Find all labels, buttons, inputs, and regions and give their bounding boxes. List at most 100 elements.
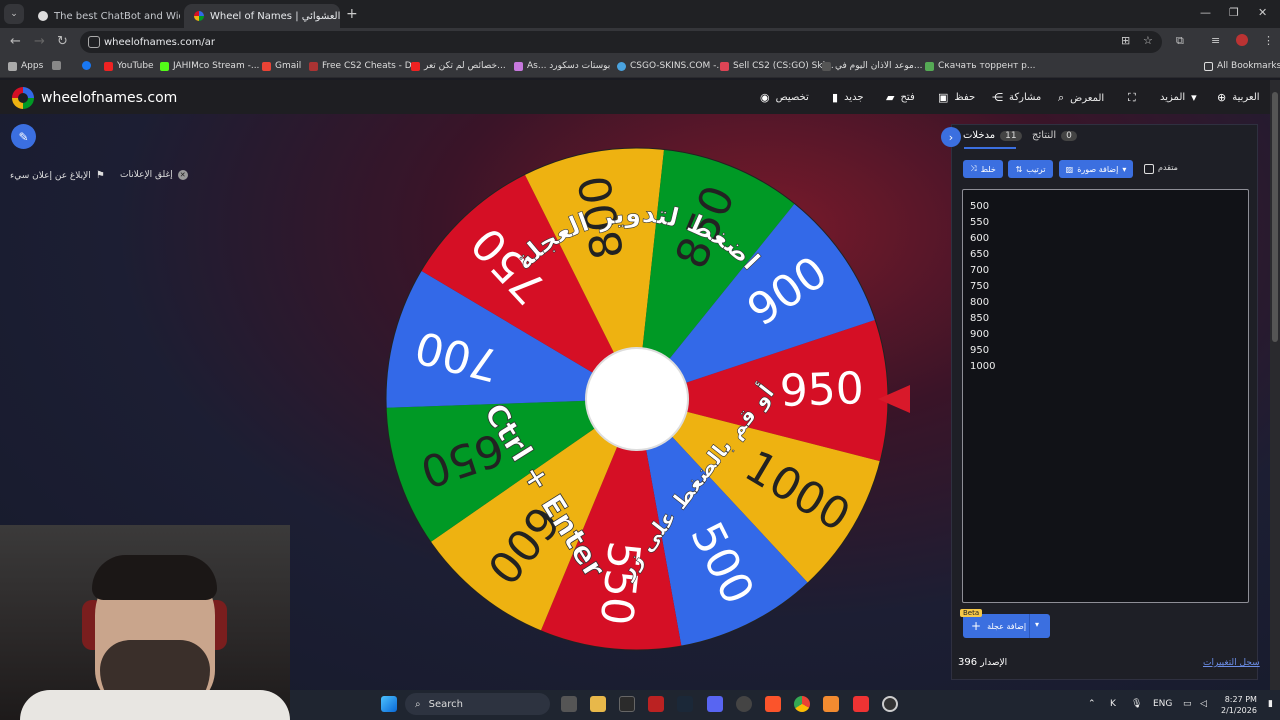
discord-icon[interactable] bbox=[707, 696, 723, 712]
bookmark-apps[interactable]: Apps bbox=[8, 61, 43, 71]
tab-wheel-of-names[interactable]: Wheel of Names | سم العشوائي ✕ bbox=[184, 4, 340, 28]
close-ads-link[interactable]: إغلق الإعلانات ✕ bbox=[120, 170, 188, 180]
entries-textarea[interactable]: 500 550 600 650 700 750 800 850 900 950 1000 bbox=[962, 189, 1249, 603]
notifications-icon[interactable]: ▮ bbox=[1268, 699, 1273, 709]
tab-favicon-icon bbox=[38, 11, 48, 21]
app-a-icon[interactable] bbox=[648, 696, 664, 712]
chevron-down-icon[interactable]: ▾ bbox=[1035, 620, 1039, 629]
extensions-icon[interactable]: ⧉ bbox=[1176, 34, 1184, 48]
bookmark-torrent[interactable]: Скачать торрент р... bbox=[925, 61, 1035, 71]
back-icon[interactable]: ← bbox=[10, 34, 21, 49]
close-window-icon[interactable]: ✕ bbox=[1258, 6, 1267, 19]
entry-line[interactable]: 700 bbox=[970, 263, 1241, 279]
profile-avatar[interactable] bbox=[1236, 34, 1248, 46]
site-info-icon[interactable] bbox=[88, 36, 100, 48]
page-scrollbar-thumb[interactable] bbox=[1272, 92, 1278, 342]
file-icon: ▮ bbox=[832, 91, 839, 104]
tray-chevron-up-icon[interactable]: ⌃ bbox=[1088, 699, 1096, 709]
file-explorer-icon[interactable] bbox=[590, 696, 606, 712]
fullscreen-icon[interactable]: ⛶ bbox=[1128, 91, 1136, 105]
tab-entries[interactable]: مدخلات 11 bbox=[963, 130, 1022, 141]
entry-line[interactable]: 550 bbox=[970, 215, 1241, 231]
tray-app-icon[interactable]: K bbox=[1110, 699, 1116, 709]
tab-results[interactable]: النتائج 0 bbox=[1032, 130, 1077, 141]
tab-search-button[interactable]: ⌄ bbox=[4, 4, 24, 24]
entry-line[interactable]: 500 bbox=[970, 199, 1241, 215]
site-icon bbox=[617, 61, 626, 71]
bookmark-discord-posts[interactable]: As... بوستات دسكورد bbox=[514, 61, 610, 71]
collapse-panel-button[interactable]: › bbox=[941, 127, 961, 147]
bookmark-prayer-times[interactable]: موعد الاذان اليوم في... bbox=[822, 61, 922, 71]
app-g-icon[interactable] bbox=[619, 696, 635, 712]
app-circle-icon[interactable] bbox=[736, 696, 752, 712]
settings-gear-icon[interactable] bbox=[882, 696, 898, 712]
new-tab-button[interactable]: + bbox=[346, 6, 358, 22]
folder-icon: ▰ bbox=[886, 91, 895, 104]
minimize-icon[interactable]: — bbox=[1200, 6, 1211, 19]
bookmark-facebook[interactable] bbox=[82, 61, 91, 70]
menu-open[interactable]: ▰ فتح bbox=[886, 91, 915, 104]
entry-line[interactable]: 800 bbox=[970, 295, 1241, 311]
entry-line[interactable]: 900 bbox=[970, 327, 1241, 343]
report-ad-link[interactable]: الإبلاغ عن إعلان سيء ⚑ bbox=[10, 170, 105, 181]
restore-icon[interactable]: ❐ bbox=[1229, 6, 1239, 19]
entry-line[interactable]: 850 bbox=[970, 311, 1241, 327]
entry-line[interactable]: 750 bbox=[970, 279, 1241, 295]
start-menu-icon[interactable] bbox=[381, 696, 397, 712]
bookmark-cs2-cheats[interactable]: Free CS2 Cheats - D... bbox=[309, 61, 420, 71]
entry-line[interactable]: 650 bbox=[970, 247, 1241, 263]
wheel-center-hub[interactable] bbox=[585, 347, 689, 451]
add-image-button[interactable]: ▨ إضافة صورة ▾ bbox=[1059, 160, 1133, 178]
bookmark-sell-cs2[interactable]: Sell CS2 (CS:GO) Ski... bbox=[720, 61, 834, 71]
advanced-checkbox[interactable] bbox=[1144, 164, 1154, 174]
entry-line[interactable]: 1000 bbox=[970, 359, 1241, 375]
address-bar[interactable]: wheelofnames.com/ar bbox=[80, 31, 1162, 53]
menu-more[interactable]: المزيد ▾ bbox=[1160, 91, 1197, 104]
volume-icon[interactable]: ◁ bbox=[1200, 699, 1207, 709]
sort-button[interactable]: ⇅ ترتيب bbox=[1008, 160, 1053, 178]
entry-line[interactable]: 950 bbox=[970, 343, 1241, 359]
chrome-icon[interactable] bbox=[794, 696, 810, 712]
spin-wheel[interactable]: 9501000500550600650700750 800 850900 اضغط … bbox=[384, 146, 890, 652]
menu-language[interactable]: ⊕ العربية bbox=[1217, 91, 1260, 104]
site-icon bbox=[720, 61, 729, 71]
bookmark-all[interactable]: All Bookmarks bbox=[1204, 61, 1280, 71]
browser-menu-icon[interactable]: ⋮ bbox=[1263, 34, 1274, 47]
changelog-link[interactable]: سجل التغييرات bbox=[1203, 658, 1260, 668]
edit-pencil-button[interactable]: ✎ bbox=[11, 124, 36, 149]
network-icon[interactable]: ▭ bbox=[1183, 699, 1192, 709]
translate-icon[interactable]: ⊞ bbox=[1121, 34, 1130, 47]
taskbar-search[interactable]: ⌕ Search bbox=[405, 693, 550, 715]
input-language[interactable]: ENG bbox=[1153, 699, 1172, 709]
menu-customize[interactable]: ◉ تخصيص bbox=[760, 91, 809, 104]
reading-list-icon[interactable]: ≡ bbox=[1211, 34, 1220, 47]
add-wheel-button[interactable]: + إضافة عجلة ▾ bbox=[963, 614, 1050, 638]
app-red-icon[interactable] bbox=[853, 696, 869, 712]
tab-chatbot[interactable]: The best ChatBot and Widgets ✕ bbox=[28, 4, 180, 28]
menu-gallery[interactable]: ⌕ المعرض bbox=[1058, 91, 1104, 105]
bookmark-grid[interactable] bbox=[52, 61, 61, 70]
clock[interactable]: 8:27 PM 2/1/2026 bbox=[1221, 694, 1257, 716]
forward-icon[interactable]: → bbox=[34, 34, 45, 49]
app-orange-icon[interactable] bbox=[823, 696, 839, 712]
microphone-icon[interactable]: 🎙 bbox=[1131, 699, 1142, 709]
bookmark-kick[interactable]: JAHIMco Stream -... bbox=[160, 61, 259, 71]
menu-share[interactable]: ⋲ مشاركة bbox=[992, 91, 1041, 104]
bookmark-csgo-skins[interactable]: CSGO-SKINS.COM -... bbox=[617, 61, 725, 71]
shuffle-button[interactable]: ⤨ خلط bbox=[963, 160, 1003, 178]
brave-icon[interactable] bbox=[765, 696, 781, 712]
task-view-icon[interactable] bbox=[561, 696, 577, 712]
steam-icon[interactable] bbox=[677, 696, 693, 712]
bookmark-star-icon[interactable]: ☆ bbox=[1143, 34, 1153, 47]
image-icon: ▨ bbox=[1065, 164, 1074, 174]
bookmark-gmail[interactable]: Gmail bbox=[262, 61, 301, 71]
menu-save[interactable]: ▣ حفظ bbox=[938, 91, 975, 104]
bookmark-features[interactable]: خصائص لم تكن تعر... bbox=[411, 61, 506, 71]
entry-line[interactable]: 600 bbox=[970, 231, 1241, 247]
wheel-logo-icon[interactable] bbox=[12, 87, 34, 109]
chevron-down-icon: ▾ bbox=[1122, 164, 1127, 174]
menu-new[interactable]: ▮ جديد bbox=[832, 91, 864, 104]
bookmark-youtube[interactable]: YouTube bbox=[104, 61, 154, 71]
brand-name[interactable]: wheelofnames.com bbox=[41, 90, 177, 106]
reload-icon[interactable]: ↻ bbox=[57, 34, 68, 49]
